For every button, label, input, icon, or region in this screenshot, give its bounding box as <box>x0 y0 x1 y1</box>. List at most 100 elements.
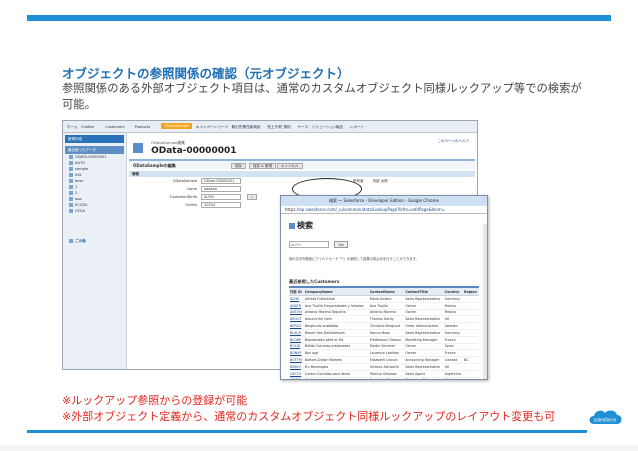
table-cell: Around the Horn <box>303 315 369 324</box>
nav-tab[interactable]: リード <box>218 125 229 130</box>
external-id-link[interactable]: BLONP <box>289 336 304 344</box>
column-header[interactable]: Region <box>463 288 479 296</box>
nav-tab[interactable]: ホーム <box>67 125 78 130</box>
nav-tab[interactable]: レポート <box>350 125 364 130</box>
external-id-link[interactable]: BOTTM <box>289 356 304 364</box>
table-cell <box>463 370 479 378</box>
sidebar: 新規作成 最近使ったデータ ODATA-00000001 AUTO sample XX… <box>63 133 127 369</box>
table-cell: Christina Berglund <box>368 322 405 330</box>
table-cell: Mexico <box>443 377 464 379</box>
slide-body-text: 参照関係のある外部オブジェクト項目は、通常のカスタムオブジェクト同様ルックアップ… <box>62 82 582 111</box>
column-header[interactable]: Country <box>443 288 464 296</box>
external-id-link[interactable]: BERGS <box>289 322 304 330</box>
field-input[interactable]: ALFKI <box>201 194 241 200</box>
nav-tab[interactable]: 売上予測 <box>267 125 281 130</box>
table-row: ANATR Ana Trujillo Emparedados y helados A… <box>289 302 479 310</box>
footer-strip <box>0 445 638 451</box>
table-cell <box>463 295 479 303</box>
table-cell: Hanna Moos <box>368 329 405 337</box>
popup-scrollbar[interactable] <box>483 224 487 379</box>
field-input[interactable]: OData-00000001 <box>201 178 241 184</box>
lookup-popup-window: 検索 ～ Salesforce - Developer Edition - Go… <box>280 195 488 380</box>
table-cell: Elizabeth Lincoln <box>368 356 405 364</box>
lookup-search-input[interactable]: ALFKI <box>289 241 329 248</box>
nav-tab[interactable]: ソリューション <box>312 125 337 130</box>
table-cell: Bottom-Dollar Markets <box>303 356 369 364</box>
table-cell: B's Beverages <box>303 363 369 371</box>
record-icon <box>69 197 73 201</box>
table-cell: BC <box>463 356 479 364</box>
external-id-link[interactable]: BSBEV <box>289 363 304 371</box>
external-id-link[interactable]: BOLID <box>289 343 304 351</box>
search-heading: 検索 <box>289 220 479 231</box>
save-new-button[interactable]: 保存 & 新規 <box>249 163 276 169</box>
external-id-link[interactable]: ALFKI <box>289 295 304 303</box>
record-icon <box>69 209 73 213</box>
table-cell: Owner <box>404 349 444 358</box>
table-cell: Francisco Chang <box>368 377 405 379</box>
table-row: BSBEV B's Beverages Victoria Ashworth Sales… <box>289 363 479 371</box>
table-cell: Argentina <box>443 370 464 378</box>
nav-tab[interactable]: 商品 <box>336 125 343 130</box>
record-icon <box>69 173 73 177</box>
nav-tab[interactable]: Chatter <box>81 125 95 129</box>
table-cell: Owner <box>404 309 444 317</box>
field-input[interactable]: 10254 <box>201 202 241 208</box>
column-header[interactable]: CompanyName <box>303 288 369 296</box>
go-button[interactable]: Go! <box>334 241 349 248</box>
nav-tab[interactable]: 契約 <box>284 125 291 130</box>
nav-tab[interactable]: Products <box>135 125 151 129</box>
bottom-accent-bar <box>27 430 587 433</box>
nav-tab[interactable]: ケース <box>298 125 309 130</box>
lookup-button[interactable]: ⌕ <box>247 194 257 200</box>
sidebar-recent-list: ODATA-00000001 AUTO sample XXL boss 1 2 aaa ECCD… <box>63 154 126 214</box>
slide-title: オブジェクトの参照関係の確認（元オブジェクト） <box>62 66 350 81</box>
external-id-link[interactable]: ANTON <box>289 309 304 317</box>
table-row: ANTON Antonio Moreno Taquería Antonio More… <box>289 309 479 317</box>
trash-icon <box>69 239 73 243</box>
field-input[interactable]: aaaaaa <box>201 186 241 192</box>
popup-url-bar: https://ap.salesforce.com/_ui/common/dat… <box>281 206 487 214</box>
nav-tab[interactable]: Customers <box>105 125 124 129</box>
nav-tab[interactable]: 取引先責任者 <box>232 125 254 130</box>
column-header[interactable]: ContactTitle <box>404 288 444 296</box>
column-header[interactable]: 外部 ID <box>289 288 304 296</box>
table-cell <box>463 309 479 317</box>
external-id-link[interactable]: CACTU <box>289 370 304 378</box>
table-cell: Sales Agent <box>404 370 444 378</box>
table-cell: Bólido Comidas preparadas <box>303 343 369 351</box>
app-nav-bar: ホーム Chatter Customers Products ODataSample キャ… <box>63 121 477 133</box>
nav-tab[interactable]: ODataSample <box>161 123 193 129</box>
external-id-link[interactable]: BLAUS <box>289 329 304 337</box>
edit-title: ODataSampleの編集 <box>133 163 176 168</box>
table-cell <box>463 343 479 351</box>
table-cell <box>463 322 479 330</box>
table-row: BERGS Berglunds snabbköp Christina Berglun… <box>289 322 479 330</box>
external-id-link[interactable]: BONAP <box>289 349 304 358</box>
column-header[interactable]: ContactName <box>368 288 405 296</box>
note-line-2: ※外部オブジェクト定義から、通常のカスタムオブジェクト同様ルックアップのレイアウ… <box>62 410 556 423</box>
cancel-button[interactable]: キャンセル <box>277 163 303 169</box>
table-cell <box>463 315 479 324</box>
sidebar-create-button[interactable]: 新規作成 <box>65 135 124 143</box>
help-link[interactable]: このページのヘルプ <box>438 139 469 144</box>
record-icon <box>69 179 73 183</box>
table-cell: Owner <box>404 343 444 351</box>
table-cell: Mexico <box>443 302 464 310</box>
table-cell: Blondesddsl père et fils <box>303 336 369 344</box>
external-id-link[interactable]: CENTC <box>289 377 304 379</box>
edit-toolbar: ODataSampleの編集 保存 保存 & 新規 キャンセル <box>129 159 475 169</box>
table-row: BOTTM Bottom-Dollar Markets Elizabeth Linc… <box>289 356 479 364</box>
nav-tab[interactable]: 商談 <box>253 125 260 130</box>
record-object-icon <box>133 142 143 153</box>
sidebar-item[interactable]: CEGA <box>63 208 126 214</box>
external-id-link[interactable]: AROUT <box>289 315 304 324</box>
table-cell: France <box>443 336 464 344</box>
salesforce-logo: salesforce <box>589 410 622 424</box>
save-button[interactable]: 保存 <box>231 163 246 169</box>
table-cell: Patricio Simpson <box>368 370 405 378</box>
external-id-link[interactable]: ANATR <box>289 302 304 310</box>
nav-tab[interactable]: キャンペーン <box>196 125 217 130</box>
magnifier-icon: ⌕ <box>251 195 253 199</box>
sidebar-recycle-bin[interactable]: ごみ箱 <box>63 238 126 245</box>
